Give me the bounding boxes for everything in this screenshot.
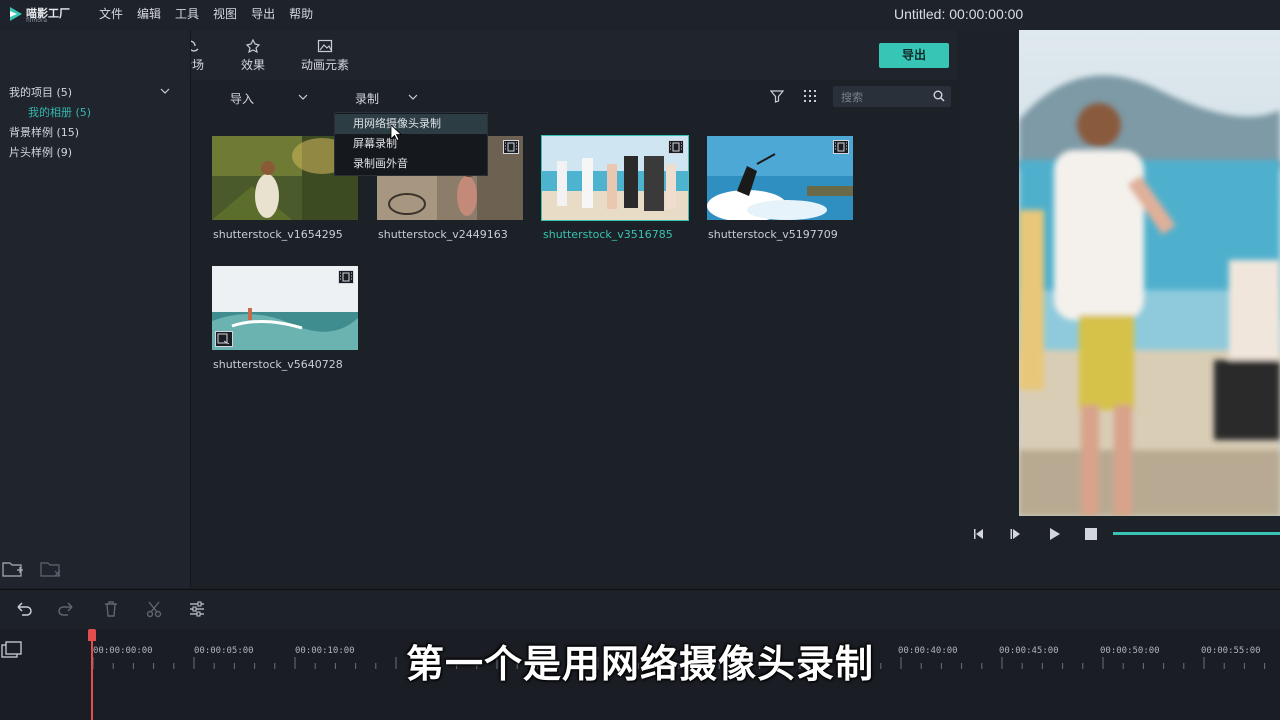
- menu-edit[interactable]: 编辑: [130, 0, 168, 30]
- import-button[interactable]: 导入: [230, 90, 254, 107]
- menu-item-webcam-record[interactable]: 用网络摄像头录制: [335, 114, 487, 134]
- menu-file[interactable]: 文件: [92, 0, 130, 30]
- next-frame-icon[interactable]: [1008, 526, 1024, 542]
- video-badge-icon: [668, 140, 684, 154]
- preview-scrubber[interactable]: [1113, 532, 1280, 535]
- previous-frame-icon[interactable]: [971, 526, 987, 542]
- video-badge-icon: [503, 140, 519, 154]
- chevron-down-icon[interactable]: [160, 88, 170, 94]
- media-thumbnail-3[interactable]: [541, 135, 689, 221]
- stop-icon[interactable]: [1083, 526, 1099, 542]
- menu-tools[interactable]: 工具: [168, 0, 206, 30]
- menu-export[interactable]: 导出: [244, 0, 282, 30]
- search-input[interactable]: 搜索: [833, 86, 951, 107]
- mouse-cursor-icon: [390, 124, 402, 142]
- video-badge-icon: [338, 270, 354, 284]
- tab-effects[interactable]: 效果: [228, 30, 278, 80]
- grid-view-icon[interactable]: [803, 89, 817, 103]
- logo-mark-icon: [10, 7, 22, 21]
- record-dropdown-menu: 用网络摄像头录制 屏幕录制 录制画外音: [334, 112, 488, 176]
- video-badge-icon: [833, 140, 849, 154]
- record-chevron-icon[interactable]: [408, 94, 418, 100]
- filter-icon[interactable]: [770, 89, 784, 103]
- media-thumbnail-5[interactable]: [212, 266, 358, 350]
- document-title: Untitled: 00:00:00:00: [894, 6, 1023, 22]
- media-name-1: shutterstock_v1654295: [213, 228, 343, 241]
- sidebar-item-intro-samples[interactable]: 片头样例 (9): [9, 144, 72, 160]
- delete-icon[interactable]: [102, 600, 120, 618]
- preview-video: [1019, 30, 1280, 516]
- undo-icon[interactable]: [15, 600, 33, 618]
- media-name-4: shutterstock_v5197709: [708, 228, 838, 241]
- menu-item-voiceover-record[interactable]: 录制画外音: [335, 154, 487, 174]
- menu-item-screen-record[interactable]: 屏幕录制: [335, 134, 487, 154]
- app-logo: 喵影工厂 filmora: [10, 5, 70, 25]
- media-name-5: shutterstock_v5640728: [213, 358, 343, 371]
- play-icon[interactable]: [1046, 526, 1062, 542]
- media-thumbnail-4[interactable]: [707, 136, 853, 220]
- project-timecode: 00:00:00:00: [949, 6, 1024, 22]
- thumbnail-image-surf: [212, 266, 358, 350]
- thumbnail-image-beach-friends: [542, 136, 688, 220]
- menu-bar: 文件 编辑 工具 视图 导出 帮助: [92, 0, 320, 30]
- new-folder-icon[interactable]: [2, 560, 24, 578]
- media-name-3: shutterstock_v3516785: [543, 228, 673, 241]
- sidebar-item-my-album[interactable]: 我的相册 (5): [28, 104, 91, 120]
- export-button[interactable]: 导出: [879, 43, 949, 68]
- adjust-icon[interactable]: [188, 600, 206, 618]
- add-to-timeline-icon[interactable]: [215, 331, 233, 347]
- logo-subtext: filmora: [26, 17, 48, 24]
- tab-elements-label: 动画元素: [300, 58, 349, 72]
- library-sidebar: 我的项目 (5) 我的相册 (5) 背景样例 (15) 片头样例 (9): [0, 30, 191, 588]
- project-name: Untitled:: [894, 6, 946, 22]
- video-subtitle: 第一个是用网络摄像头录制: [405, 642, 874, 686]
- cut-icon[interactable]: [145, 600, 163, 618]
- menu-help[interactable]: 帮助: [282, 0, 320, 30]
- preview-frame-beach: [1019, 30, 1280, 516]
- search-placeholder: 搜索: [841, 91, 863, 104]
- import-chevron-icon[interactable]: [298, 94, 308, 100]
- record-button[interactable]: 录制: [355, 90, 379, 107]
- elements-icon: [317, 39, 333, 53]
- delete-folder-icon[interactable]: [40, 560, 62, 578]
- search-icon[interactable]: [933, 90, 945, 102]
- tab-elements[interactable]: 动画元素: [295, 30, 355, 80]
- menu-view[interactable]: 视图: [206, 0, 244, 30]
- media-name-2: shutterstock_v2449163: [378, 228, 508, 241]
- timeline-toolbar: [0, 589, 1280, 629]
- title-bar: 喵影工厂 filmora 文件 编辑 工具 视图 导出 帮助 Untitled:…: [0, 0, 1280, 30]
- thumbnail-image-kitesurf: [707, 136, 853, 220]
- tab-effects-label: 效果: [240, 58, 265, 72]
- sidebar-item-background-samples[interactable]: 背景样例 (15): [9, 124, 79, 140]
- effects-icon: [245, 39, 261, 53]
- redo-icon[interactable]: [57, 600, 75, 618]
- sidebar-item-my-projects[interactable]: 我的项目 (5): [9, 84, 72, 100]
